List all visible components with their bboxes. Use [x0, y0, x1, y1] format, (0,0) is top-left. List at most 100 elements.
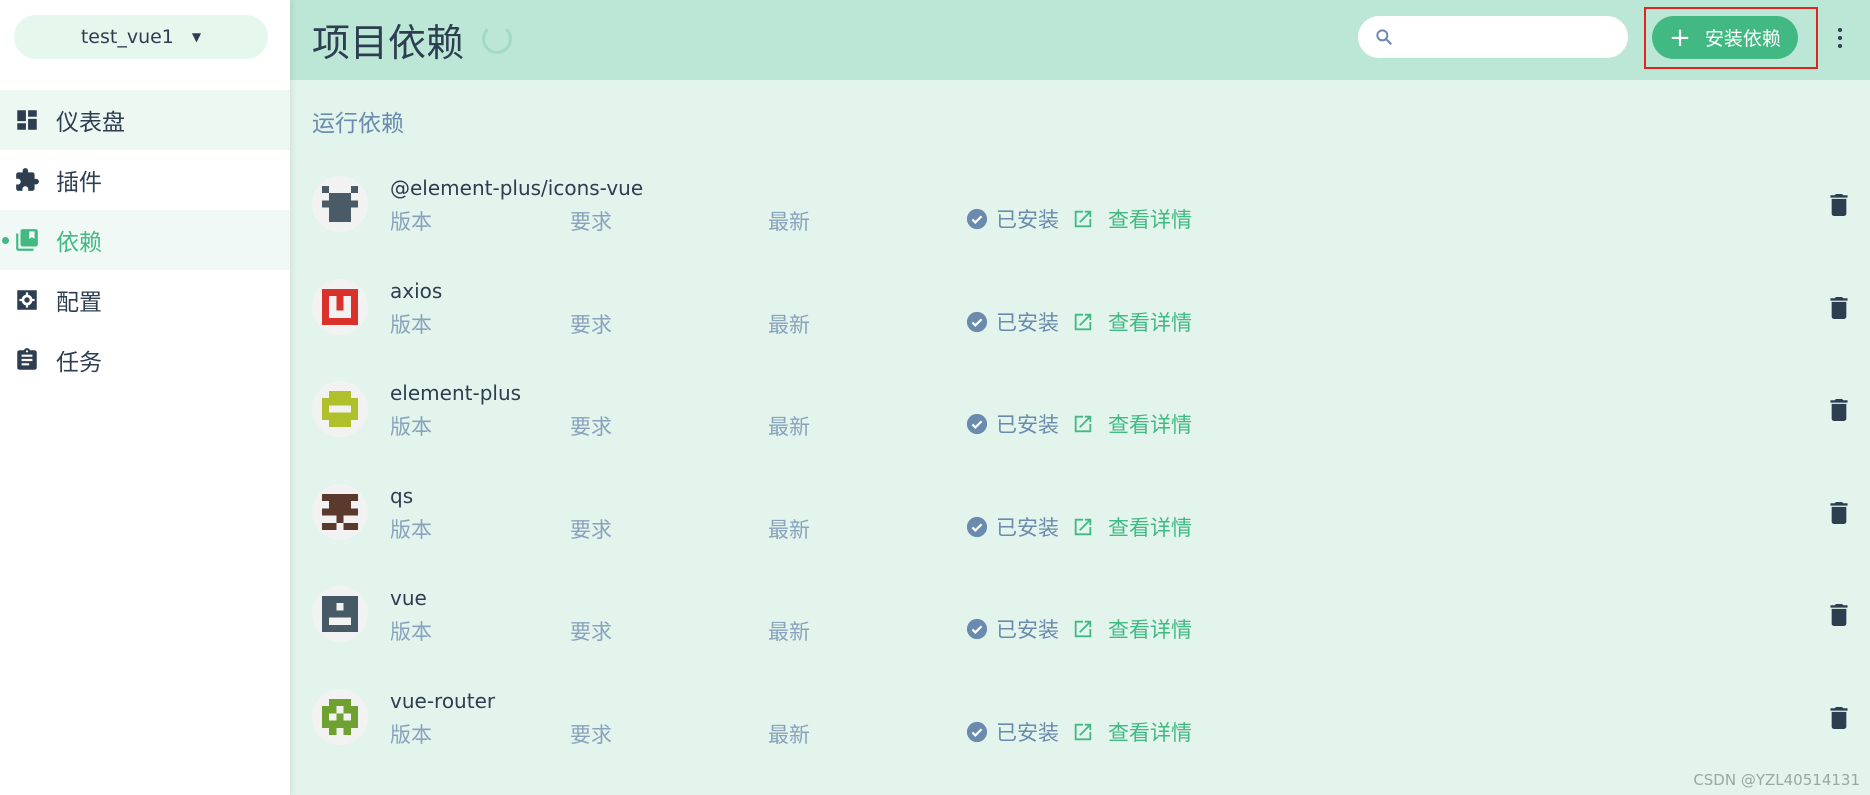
trash-icon: [1830, 296, 1848, 319]
version-label: 版本: [390, 210, 432, 234]
delete-button[interactable]: [1830, 296, 1850, 321]
sidebar-item-label: 依赖: [56, 230, 102, 256]
version-label: 版本: [390, 415, 432, 440]
puzzle-icon: [14, 167, 40, 193]
loading-spinner-icon: [482, 24, 512, 54]
list-item: axios 版本 要求 最新 已安装 查看详情: [290, 265, 1870, 368]
details-label: 查看详情: [1108, 618, 1192, 643]
details-label: 查看详情: [1108, 515, 1192, 540]
installed-status: 已安装: [966, 409, 1059, 439]
delete-button[interactable]: [1830, 706, 1850, 731]
settings-icon: [14, 287, 40, 313]
list-item: vue 版本 要求 最新 已安装 查看详情: [290, 572, 1870, 675]
installed-label: 已安装: [996, 720, 1059, 745]
package-name: @element-plus/icons-vue: [390, 176, 644, 200]
clipboard-icon: [14, 347, 40, 373]
installed-status: 已安装: [966, 717, 1059, 747]
sidebar-item-label: 配置: [56, 290, 102, 316]
latest-label: 最新: [768, 517, 810, 542]
sidebar: test_vue1 ▼ 仪表盘 插件 依赖 配置 任务: [0, 0, 290, 795]
sidebar-item-settings[interactable]: 配置: [0, 270, 290, 330]
external-link-icon: [1074, 210, 1092, 228]
latest-label: 最新: [768, 312, 810, 337]
package-avatar: [312, 381, 368, 438]
delete-button[interactable]: [1830, 501, 1850, 526]
external-link-icon: [1074, 313, 1092, 330]
installed-label: 已安装: [996, 208, 1059, 232]
external-link-icon: [1074, 723, 1092, 741]
sidebar-item-plugins[interactable]: 插件: [0, 150, 290, 210]
list-item: element-plus 版本 要求 最新 已安装 查看详情: [290, 367, 1870, 470]
latest-label: 最新: [768, 415, 810, 440]
external-link-icon: [1074, 621, 1092, 638]
sidebar-item-label: 任务: [56, 350, 102, 376]
sidebar-item-dashboard[interactable]: 仪表盘: [0, 90, 290, 150]
trash-icon: [1830, 706, 1848, 729]
latest-label: 最新: [768, 210, 810, 234]
list-item: vue-router 版本 要求 最新 已安装 查看详情: [290, 675, 1870, 778]
list-item: qs 版本 要求 最新 已安装 查看详情: [290, 470, 1870, 573]
install-button-label: 安装依赖: [1704, 28, 1781, 50]
view-details-link[interactable]: 查看详情: [1072, 717, 1192, 747]
require-label: 要求: [570, 722, 612, 747]
delete-button[interactable]: [1830, 604, 1850, 628]
active-indicator: [2, 237, 9, 244]
installed-status: 已安装: [966, 307, 1059, 337]
details-label: 查看详情: [1108, 413, 1192, 438]
search-icon: [1376, 29, 1392, 45]
view-details-link[interactable]: 查看详情: [1072, 409, 1192, 439]
installed-status: 已安装: [966, 512, 1059, 542]
trash-icon: [1830, 194, 1848, 216]
version-label: 版本: [390, 722, 432, 747]
check-circle-icon: [966, 516, 988, 537]
installed-label: 已安装: [996, 413, 1059, 438]
library-icon: [14, 227, 40, 253]
search-box[interactable]: [1358, 16, 1628, 58]
caret-down-icon: ▼: [191, 30, 202, 44]
sidebar-item-label: 仪表盘: [56, 110, 125, 136]
installed-label: 已安装: [996, 515, 1059, 540]
sidebar-item-dependencies[interactable]: 依赖: [0, 210, 290, 270]
trash-icon: [1830, 604, 1848, 627]
more-options-icon[interactable]: [1830, 18, 1850, 58]
external-link-icon: [1074, 518, 1092, 536]
top-bar: 项目依赖 + 安装依赖: [290, 0, 1870, 80]
dependency-list: @element-plus/icons-vue 版本 要求 最新 已安装 查看详…: [290, 162, 1870, 778]
project-selector[interactable]: test_vue1 ▼: [14, 15, 268, 59]
section-title: 运行依赖: [312, 111, 404, 137]
view-details-link[interactable]: 查看详情: [1072, 614, 1192, 644]
sidebar-item-label: 插件: [56, 170, 102, 196]
sidebar-item-tasks[interactable]: 任务: [0, 330, 290, 390]
sidebar-nav: 仪表盘 插件 依赖 配置 任务: [0, 90, 290, 390]
install-button-highlight: + 安装依赖: [1644, 7, 1818, 69]
trash-icon: [1830, 501, 1848, 524]
check-circle-icon: [966, 619, 988, 640]
package-avatar: [312, 483, 368, 540]
view-details-link[interactable]: 查看详情: [1072, 307, 1192, 337]
search-input[interactable]: [1404, 27, 1604, 47]
package-name: qs: [390, 483, 414, 508]
details-label: 查看详情: [1108, 208, 1192, 232]
details-label: 查看详情: [1108, 720, 1192, 745]
view-details-link[interactable]: 查看详情: [1072, 204, 1192, 234]
delete-button[interactable]: [1830, 194, 1850, 218]
list-item: @element-plus/icons-vue 版本 要求 最新 已安装 查看详…: [290, 162, 1870, 265]
require-label: 要求: [570, 517, 612, 542]
check-circle-icon: [966, 208, 988, 230]
installed-label: 已安装: [996, 310, 1059, 335]
external-link-icon: [1074, 415, 1092, 433]
view-details-link[interactable]: 查看详情: [1072, 512, 1192, 542]
package-avatar: [312, 278, 368, 335]
dashboard-icon: [14, 107, 40, 133]
install-dependency-button[interactable]: + 安装依赖: [1652, 16, 1798, 59]
version-label: 版本: [390, 517, 432, 542]
installed-label: 已安装: [996, 618, 1059, 643]
require-label: 要求: [570, 620, 612, 645]
check-circle-icon: [966, 721, 988, 743]
watermark: CSDN @YZL40514131: [1693, 771, 1860, 789]
latest-label: 最新: [768, 722, 810, 747]
require-label: 要求: [570, 312, 612, 337]
package-name: vue-router: [390, 688, 496, 713]
check-circle-icon: [966, 311, 988, 332]
delete-button[interactable]: [1830, 399, 1850, 423]
